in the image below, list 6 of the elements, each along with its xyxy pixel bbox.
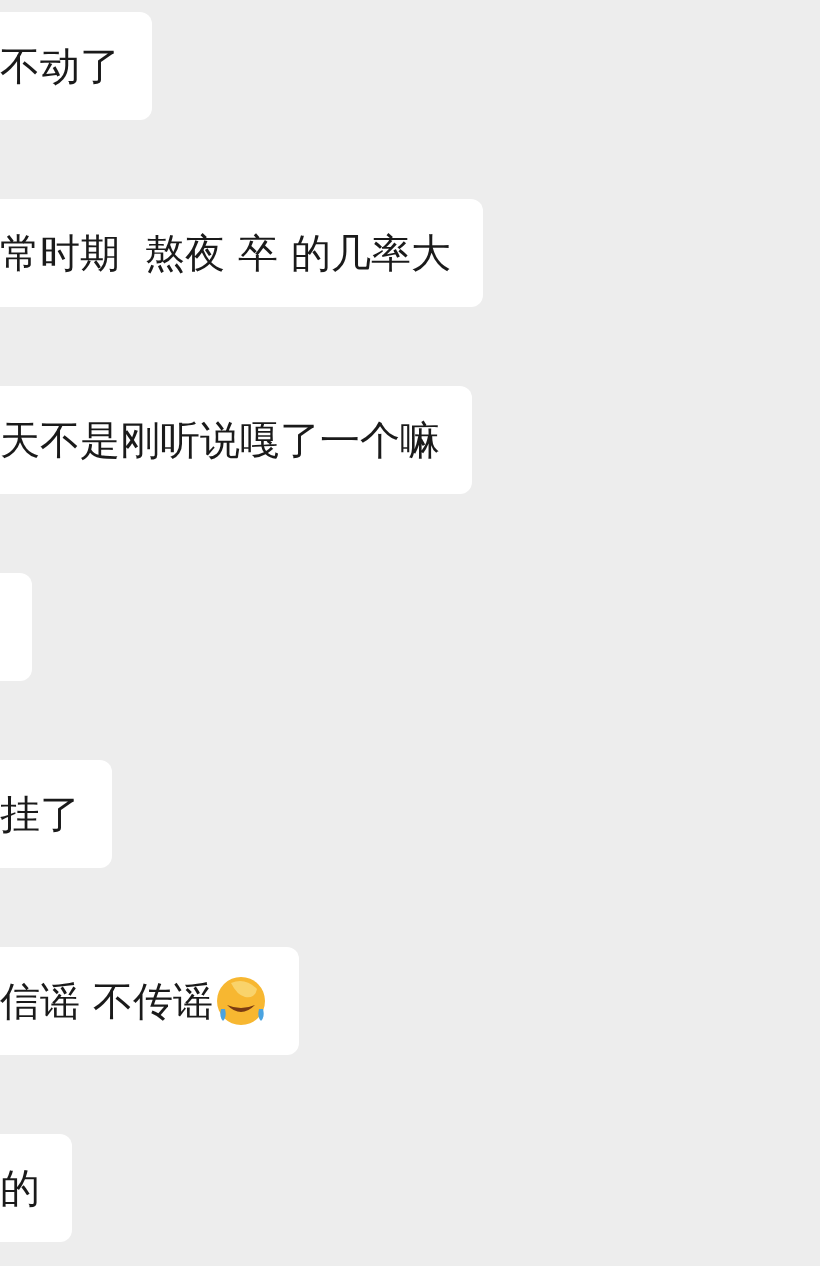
message-text: 天不是刚听说嘎了一个嘛: [0, 415, 440, 465]
message-text: 常时期 熬夜 卒 的几率大: [0, 228, 451, 278]
message-text: 挂了: [0, 789, 80, 839]
message-text: 不动了: [0, 41, 120, 91]
message-text: 的: [0, 1163, 40, 1213]
message-text: 信谣 不传谣: [0, 976, 213, 1026]
